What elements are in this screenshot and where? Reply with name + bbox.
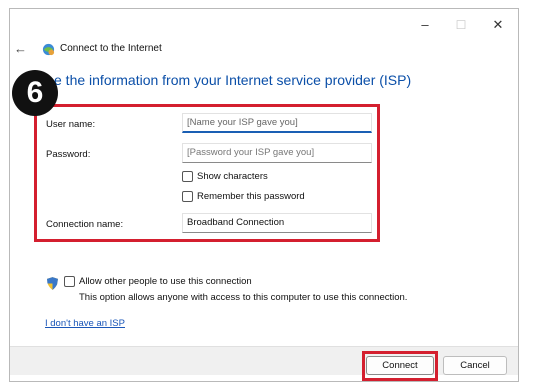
remember-password-option[interactable]: Remember this password (182, 191, 305, 202)
nav-bar: ← (14, 41, 30, 57)
show-characters-checkbox[interactable] (182, 171, 193, 182)
uac-shield-icon (47, 277, 58, 290)
allow-sharing-label: Allow other people to use this connectio… (79, 276, 252, 287)
password-label: Password: (46, 149, 91, 160)
username-field[interactable]: [Name your ISP gave you] (182, 113, 372, 133)
show-characters-label: Show characters (197, 171, 268, 182)
minimize-button[interactable]: – (412, 15, 438, 35)
step-number-badge: 6 (12, 70, 58, 116)
username-label: User name: (46, 119, 96, 130)
remember-password-checkbox[interactable] (182, 191, 193, 202)
network-globe-icon (42, 43, 55, 56)
arrow-left-icon[interactable]: ← (14, 41, 30, 57)
dialog-footer (10, 346, 518, 375)
remember-password-label: Remember this password (197, 191, 305, 202)
page-heading: e the information from your Internet ser… (54, 72, 412, 88)
nav-title: Connect to the Internet (60, 43, 162, 54)
maximize-button[interactable]: ☐ (448, 15, 474, 35)
highlight-connect-box (362, 351, 438, 381)
allow-sharing-option[interactable]: Allow other people to use this connectio… (64, 276, 252, 287)
close-button[interactable]: ✕ (485, 15, 511, 35)
password-field[interactable]: [Password your ISP gave you] (182, 143, 372, 163)
sharing-note: This option allows anyone with access to… (79, 292, 408, 303)
cancel-button[interactable]: Cancel (443, 356, 507, 375)
connection-name-label: Connection name: (46, 219, 124, 230)
show-characters-option[interactable]: Show characters (182, 171, 268, 182)
allow-sharing-checkbox[interactable] (64, 276, 75, 287)
connection-name-field[interactable]: Broadband Connection (182, 213, 372, 233)
no-isp-link[interactable]: I don't have an ISP (45, 318, 125, 329)
